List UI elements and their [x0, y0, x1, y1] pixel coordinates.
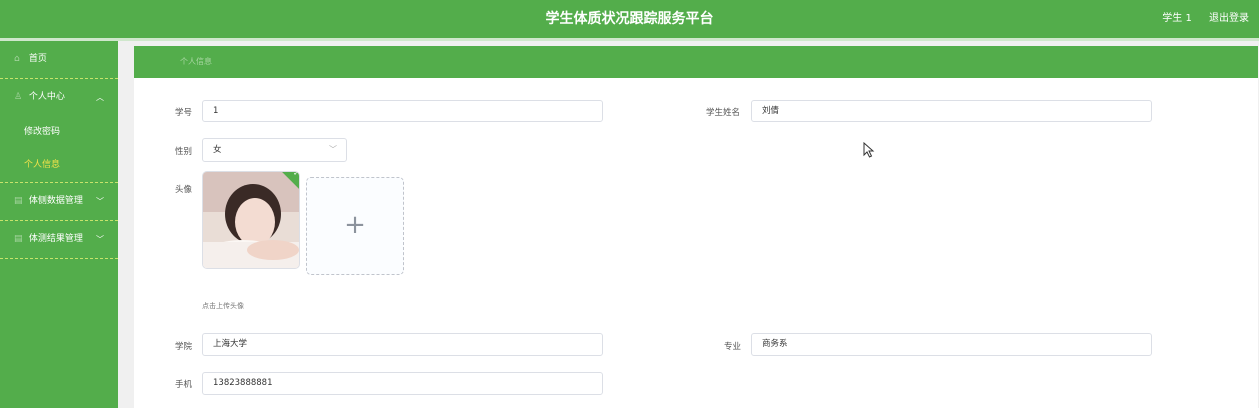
sidebar-item-personal-center[interactable]: ♙ 个人中心 ︿ [0, 79, 118, 116]
user-area: 学生 1 退出登录 [1148, 0, 1249, 38]
gender-label: 性别 [175, 147, 193, 157]
student-name-input[interactable]: 刘倩 [751, 100, 1152, 122]
sidebar-item-change-password[interactable]: 修改密码 [0, 116, 118, 149]
major-input[interactable]: 商务系 [751, 333, 1152, 356]
gender-value: 女 [213, 145, 222, 155]
major-label: 专业 [724, 342, 742, 352]
breadcrumb: 个人信息 [134, 46, 1258, 78]
chevron-up-icon: ︿ [96, 93, 104, 102]
top-bar: 学生体质状况跟踪服务平台 学生 1 退出登录 [0, 0, 1259, 41]
check-icon: ✓ [292, 171, 300, 178]
sidebar: ⌂ 首页 ♙ 个人中心 ︿ 修改密码 个人信息 ▤ 体侧数据管理 ﹀ ▤ 体测结… [0, 41, 118, 408]
logout-button[interactable]: 退出登录 [1209, 13, 1249, 24]
sidebar-item-label: 首页 [28, 54, 47, 64]
profile-form: 学号 1 学生姓名 刘倩 性别 女 ﹀ 头像 ✓ + 点击上传头像 学院 上海大… [134, 78, 1258, 408]
student-name-label: 学生姓名 [706, 108, 741, 118]
chevron-down-icon: ﹀ [96, 197, 104, 206]
upload-hint: 点击上传头像 [202, 302, 244, 310]
phone-input[interactable]: 13823888881 [202, 372, 603, 395]
upload-avatar-button[interactable]: + [306, 177, 404, 275]
sidebar-item-physical-data[interactable]: ▤ 体侧数据管理 ﹀ [0, 183, 118, 221]
avatar-photo [203, 172, 299, 268]
college-label: 学院 [175, 342, 193, 352]
app-title: 学生体质状况跟踪服务平台 [545, 11, 714, 27]
student-id-input[interactable]: 1 [202, 100, 603, 122]
sidebar-item-physical-results[interactable]: ▤ 体测结果管理 ﹀ [0, 221, 118, 259]
current-user: 学生 1 [1162, 13, 1192, 24]
user-icon: ♙ [14, 92, 23, 102]
plus-icon: + [344, 210, 366, 240]
phone-label: 手机 [175, 380, 193, 390]
avatar-image[interactable]: ✓ [202, 171, 300, 269]
sidebar-item-label: 个人中心 [28, 92, 65, 102]
data-icon: ▤ [14, 196, 23, 206]
gender-select[interactable]: 女 ﹀ [202, 138, 347, 162]
result-icon: ▤ [14, 234, 23, 244]
sidebar-item-home[interactable]: ⌂ 首页 [0, 41, 118, 79]
breadcrumb-current: 个人信息 [180, 57, 212, 66]
chevron-down-icon: ﹀ [329, 145, 337, 154]
avatar-label: 头像 [175, 185, 193, 195]
mouse-cursor-icon [863, 142, 875, 158]
personal-center-submenu: 修改密码 个人信息 [0, 116, 118, 183]
college-input[interactable]: 上海大学 [202, 333, 603, 356]
student-id-label: 学号 [175, 108, 193, 118]
sidebar-item-personal-info[interactable]: 个人信息 [0, 149, 118, 182]
sidebar-item-label: 体测结果管理 [28, 234, 83, 244]
sidebar-item-label: 体侧数据管理 [28, 196, 83, 206]
chevron-down-icon: ﹀ [96, 235, 104, 244]
home-icon: ⌂ [14, 54, 20, 64]
